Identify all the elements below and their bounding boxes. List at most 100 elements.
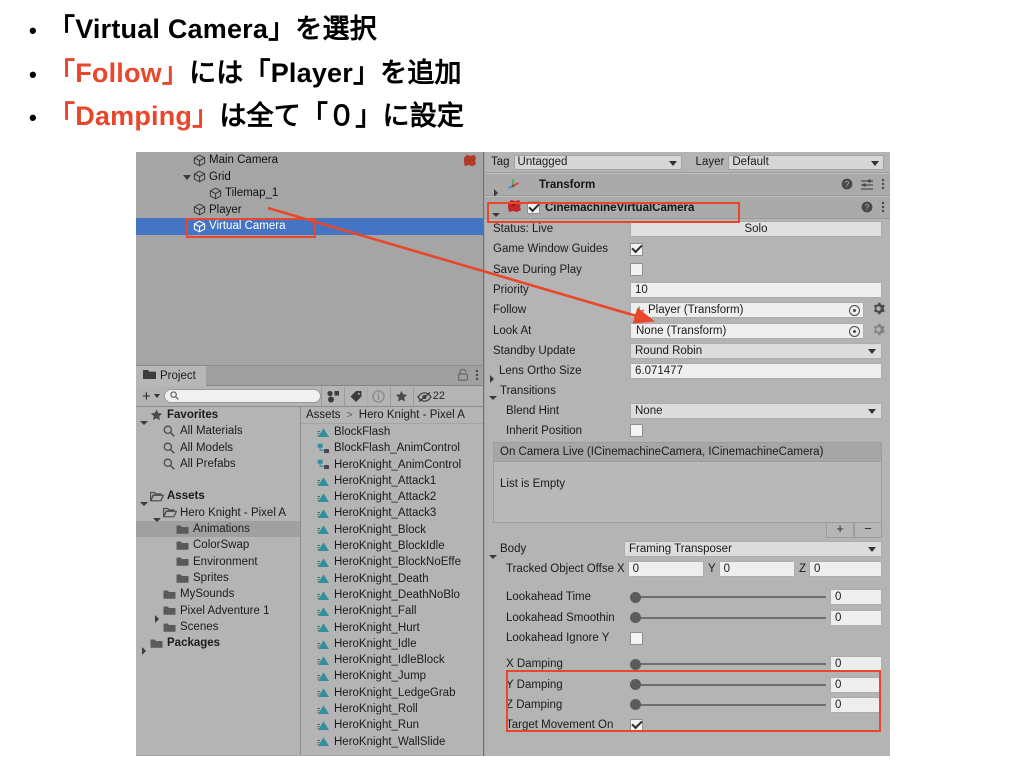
z-damping-input[interactable]: 0 [830, 696, 882, 713]
lookahead-ignore-y-checkbox[interactable] [630, 631, 643, 645]
lens-ortho-size-input[interactable]: 6.071477 [630, 363, 882, 380]
slider-knob[interactable] [630, 658, 641, 670]
asset-list-item[interactable]: HeroKnight_Hurt [301, 620, 483, 636]
lookahead-smoothing-slider[interactable] [630, 610, 826, 626]
search-by-type-icon[interactable] [320, 386, 344, 406]
more-options-icon[interactable] [475, 369, 479, 384]
y-damping-input[interactable]: 0 [830, 676, 882, 693]
slider-knob[interactable] [630, 679, 641, 691]
breadcrumb-root[interactable]: Assets [306, 409, 341, 421]
tracked-offset-z-input[interactable]: 0 [809, 561, 882, 578]
hierarchy-item[interactable]: Virtual Camera [136, 218, 483, 235]
component-enabled-checkbox[interactable] [527, 201, 540, 214]
component-header-transform[interactable]: Transform ? [485, 173, 890, 197]
section-transitions[interactable]: Transitions [485, 381, 890, 401]
project-tree-item[interactable]: ColorSwap [136, 537, 300, 553]
slider-knob[interactable] [630, 612, 641, 624]
x-damping-input[interactable]: 0 [830, 656, 882, 673]
create-asset-button[interactable]: + [138, 389, 153, 404]
favorites-star-icon[interactable] [389, 386, 413, 406]
hierarchy-item[interactable]: Main Camera [136, 152, 483, 169]
asset-list-item[interactable]: BlockFlash [301, 424, 483, 440]
asset-list-item[interactable]: HeroKnight_Fall [301, 603, 483, 619]
project-tree-item[interactable]: Favorites [136, 407, 300, 425]
asset-list-item[interactable]: BlockFlash_AnimControl [301, 440, 483, 456]
asset-list-item[interactable]: HeroKnight_Roll [301, 701, 483, 717]
asset-list-item[interactable]: HeroKnight_Block [301, 522, 483, 538]
more-options-icon[interactable] [881, 201, 885, 216]
project-tree-item[interactable]: Environment [136, 554, 300, 570]
blend-hint-dropdown[interactable]: None [630, 402, 882, 419]
project-tree-item[interactable]: All Models [136, 440, 300, 456]
hierarchy-item[interactable]: Tilemap_1 [136, 185, 483, 202]
project-tree-item[interactable]: All Prefabs [136, 456, 300, 472]
help-icon[interactable]: ? [841, 178, 853, 193]
asset-list-item[interactable]: HeroKnight_AnimControl [301, 457, 483, 473]
hierarchy-item[interactable]: Grid [136, 169, 483, 186]
chevron-down-icon[interactable] [153, 394, 160, 398]
inherit-position-checkbox[interactable] [630, 424, 643, 438]
tracked-offset-x-input[interactable]: 0 [627, 561, 704, 578]
project-tree-item[interactable]: All Materials [136, 423, 300, 439]
remove-event-button[interactable]: − [854, 522, 882, 538]
project-tree-item[interactable]: Sprites [136, 570, 300, 586]
project-tree-item[interactable]: Pixel Adventure 1 [136, 603, 300, 623]
hidden-packages-toggle[interactable]: 22 [412, 386, 448, 406]
game-window-guides-checkbox[interactable] [630, 242, 643, 256]
look-at-object-field[interactable]: None (Transform) [630, 322, 864, 339]
asset-list-item[interactable]: HeroKnight_Jump [301, 668, 483, 684]
breadcrumb-current[interactable]: Hero Knight - Pixel A [359, 409, 465, 421]
more-options-icon[interactable] [881, 178, 885, 193]
asset-list-item[interactable]: HeroKnight_Attack2 [301, 489, 483, 505]
target-movement-checkbox[interactable] [630, 718, 643, 732]
foldout-arrow-icon[interactable] [182, 171, 193, 182]
add-event-button[interactable]: + [826, 522, 854, 538]
preset-icon[interactable] [861, 178, 873, 193]
asset-list-item[interactable]: HeroKnight_Death [301, 571, 483, 587]
standby-update-dropdown[interactable]: Round Robin [630, 342, 882, 359]
lookahead-smoothing-input[interactable]: 0 [830, 609, 882, 626]
x-damping-slider[interactable] [630, 656, 826, 672]
project-tree-item[interactable]: Packages [136, 635, 300, 656]
hierarchy-item[interactable]: Player [136, 202, 483, 219]
info-icon[interactable] [366, 386, 390, 406]
asset-list-item[interactable]: HeroKnight_Run [301, 717, 483, 733]
project-tree-item[interactable]: Scenes [136, 619, 300, 635]
layer-dropdown[interactable]: Default [728, 154, 884, 170]
asset-list-item[interactable]: HeroKnight_WallSlide [301, 734, 483, 750]
gear-icon[interactable] [872, 302, 885, 318]
lock-icon[interactable] [457, 368, 469, 384]
project-search-input[interactable] [163, 389, 321, 403]
body-dropdown[interactable]: Framing Transposer [624, 541, 882, 558]
tracked-offset-y-input[interactable]: 0 [718, 561, 795, 578]
asset-list-item[interactable]: HeroKnight_IdleBlock [301, 652, 483, 668]
save-during-play-checkbox[interactable] [630, 263, 643, 277]
help-icon[interactable]: ? [861, 201, 873, 216]
follow-object-field[interactable]: Player (Transform) [630, 302, 864, 319]
lookahead-time-input[interactable]: 0 [830, 589, 882, 606]
project-tree-item[interactable]: MySounds [136, 586, 300, 602]
gear-icon[interactable] [872, 323, 885, 339]
asset-list-item[interactable]: HeroKnight_BlockIdle [301, 538, 483, 554]
asset-list-item[interactable]: HeroKnight_DeathNoBlo [301, 587, 483, 603]
asset-list-item[interactable]: HeroKnight_Idle [301, 636, 483, 652]
asset-list-item[interactable]: HeroKnight_Attack3 [301, 505, 483, 521]
component-header-cinemachine-virtual-camera[interactable]: CinemachineVirtualCamera ? [485, 196, 890, 219]
project-tree-item[interactable]: Animations [136, 521, 300, 538]
tab-project[interactable]: Project [136, 366, 206, 386]
slider-knob[interactable] [630, 591, 641, 603]
object-picker-icon[interactable] [849, 305, 860, 317]
project-tree-item[interactable]: Hero Knight - Pixel A [136, 505, 300, 523]
tag-dropdown[interactable]: Untagged [513, 154, 682, 170]
z-damping-slider[interactable] [630, 697, 826, 713]
asset-list-item[interactable]: HeroKnight_BlockNoEffe [301, 554, 483, 570]
solo-button[interactable]: Solo [630, 221, 882, 238]
y-damping-slider[interactable] [630, 677, 826, 693]
object-picker-icon[interactable] [849, 325, 860, 337]
project-tree-item[interactable]: Assets [136, 488, 300, 507]
slider-knob[interactable] [630, 699, 641, 711]
asset-list-item[interactable]: HeroKnight_LedgeGrab [301, 685, 483, 701]
asset-list-item[interactable]: HeroKnight_Attack1 [301, 473, 483, 489]
section-body[interactable]: Body Framing Transposer [485, 540, 890, 559]
lookahead-time-slider[interactable] [630, 589, 826, 605]
